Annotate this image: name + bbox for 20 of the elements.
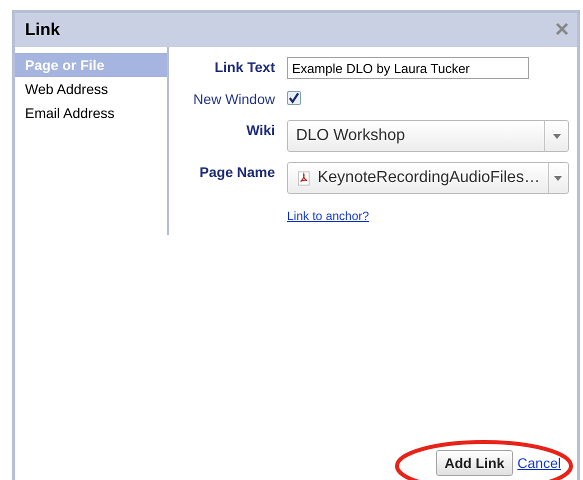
- dropdown-value: KeynoteRecordingAudioFiles…: [316, 168, 541, 188]
- add-link-button[interactable]: Add Link: [436, 450, 514, 476]
- checkbox[interactable]: [287, 91, 301, 105]
- pdf-icon: [298, 170, 310, 186]
- field-label: Wiki: [245, 121, 275, 140]
- field-label: Link Text: [214, 58, 275, 77]
- dropdown[interactable]: KeynoteRecordingAudioFiles…: [287, 162, 569, 194]
- cancel-link[interactable]: Cancel: [517, 452, 561, 474]
- field-label: New Window: [192, 90, 275, 109]
- dialog-title: Link: [25, 19, 60, 42]
- sidebar-item[interactable]: Email Address: [15, 101, 167, 125]
- field-label: Page Name: [198, 163, 275, 182]
- anchor-link[interactable]: Link to anchor?: [287, 209, 370, 223]
- link-text-field[interactable]: Example DLO by Laura Tucker: [287, 57, 529, 79]
- check-icon: [288, 92, 300, 104]
- sidebar-item[interactable]: Web Address: [15, 77, 167, 101]
- dropdown-value: DLO Workshop: [295, 126, 406, 146]
- caret-icon: [554, 176, 562, 180]
- caret-icon: [552, 134, 560, 138]
- dropdown[interactable]: DLO Workshop: [287, 120, 569, 152]
